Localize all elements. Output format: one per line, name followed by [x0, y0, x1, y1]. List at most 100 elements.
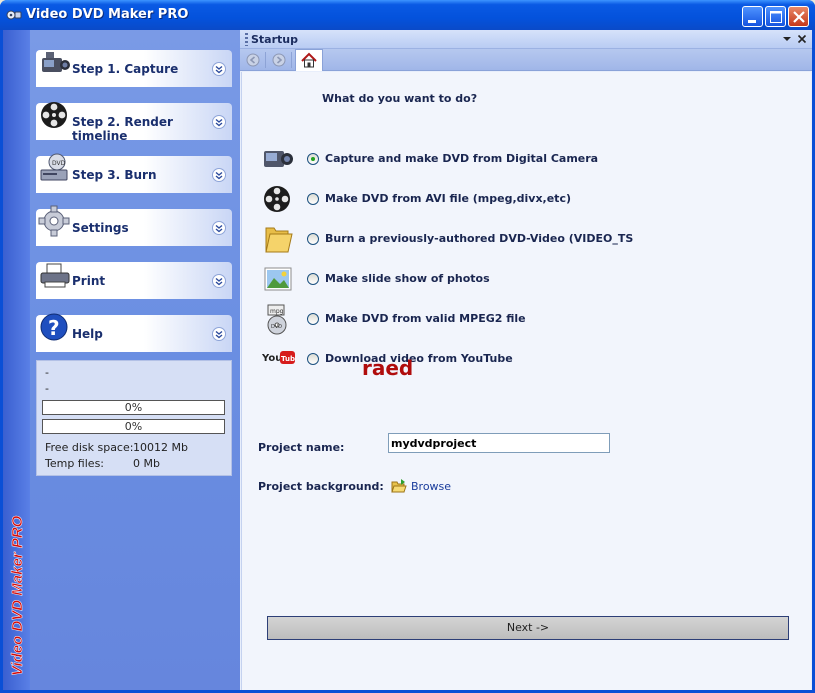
maximize-button[interactable] — [765, 6, 786, 27]
startup-panel: Startup What do you want to do? Capture … — [240, 30, 812, 690]
panel-dropdown-icon[interactable] — [780, 32, 794, 46]
svg-text:Tube: Tube — [281, 355, 296, 363]
option-label[interactable]: Make slide show of photos — [325, 272, 490, 285]
option-label[interactable]: Download video from YouTube — [325, 352, 513, 365]
option-avi-file[interactable]: Make DVD from AVI file (mpeg,divx,etc) — [262, 182, 802, 216]
sidebar-step-help[interactable]: ? Help — [36, 313, 232, 352]
sidebar-step-render[interactable]: Step 2. Render timeline — [36, 102, 232, 143]
photo-icon — [264, 267, 292, 291]
home-button[interactable] — [295, 49, 323, 71]
status-line-1: - — [45, 366, 49, 379]
radio-button[interactable] — [307, 353, 319, 365]
temp-files-value: 0 Mb — [133, 457, 160, 470]
svg-text:You: You — [262, 353, 282, 364]
option-label[interactable]: Burn a previously-authored DVD-Video (VI… — [325, 232, 633, 245]
svg-text:Video DVD Maker PRO: Video DVD Maker PRO — [9, 515, 26, 676]
radio-button[interactable] — [307, 273, 319, 285]
svg-text:?: ? — [48, 316, 60, 340]
close-icon — [793, 11, 805, 23]
browse-label[interactable]: Browse — [411, 480, 451, 493]
dvd-drive-icon: DVD — [40, 153, 68, 181]
toolbar-separator — [265, 52, 266, 68]
option-label[interactable]: Make DVD from valid MPEG2 file — [325, 312, 526, 325]
title-bar[interactable]: Video DVD Maker PRO — [0, 0, 815, 30]
svg-text:DVD: DVD — [52, 160, 66, 167]
project-name-input[interactable] — [388, 433, 610, 453]
minimize-button[interactable] — [742, 6, 763, 27]
option-label[interactable]: Make DVD from AVI file (mpeg,divx,etc) — [325, 192, 571, 205]
svg-text:mpg: mpg — [270, 308, 284, 315]
open-folder-icon — [391, 479, 407, 493]
chevron-down-icon[interactable] — [212, 327, 226, 341]
close-button[interactable] — [788, 6, 809, 27]
chevron-down-icon[interactable] — [212, 115, 226, 129]
option-slideshow[interactable]: Make slide show of photos — [262, 262, 802, 296]
option-label[interactable]: Capture and make DVD from Digital Camera — [325, 152, 598, 165]
sidebar-step-label: Step 3. Burn — [72, 168, 157, 182]
printer-icon — [40, 263, 70, 288]
minimize-icon — [748, 20, 756, 23]
sidebar: Step 1. Capture Step 2. Render timeline — [30, 30, 240, 690]
navigation-toolbar — [240, 49, 812, 71]
project-background-label: Project background: — [258, 480, 384, 493]
option-video-ts[interactable]: Burn a previously-authored DVD-Video (VI… — [262, 222, 802, 256]
maximize-icon — [770, 11, 782, 23]
forward-icon[interactable] — [270, 52, 288, 68]
option-capture-camera[interactable]: Capture and make DVD from Digital Camera — [262, 142, 802, 176]
panel-close-icon[interactable] — [795, 32, 809, 46]
sidebar-step-label: Step 2. Render timeline — [72, 115, 173, 143]
sidebar-step-settings[interactable]: Settings — [36, 205, 232, 246]
option-youtube[interactable]: You Tube Download video from YouTube — [262, 342, 802, 376]
progress-bar-2-label: 0% — [124, 420, 143, 433]
progress-bar-1: 0% — [42, 400, 225, 415]
watermark-text: raed — [362, 356, 414, 380]
sidebar-step-label: Step 1. Capture — [72, 62, 179, 76]
gear-icon — [38, 205, 70, 237]
sidebar-step-label: Help — [72, 327, 103, 341]
window-title: Video DVD Maker PRO — [26, 7, 189, 22]
grip-icon[interactable] — [245, 33, 248, 46]
youtube-icon: You Tube — [262, 351, 296, 364]
sidebar-step-label: Print — [72, 274, 106, 288]
sidebar-step-capture[interactable]: Step 1. Capture — [36, 50, 232, 87]
progress-bar-1-label: 0% — [124, 401, 143, 414]
status-line-2: - — [45, 382, 49, 395]
chevron-down-icon[interactable] — [212, 221, 226, 235]
progress-bar-2: 0% — [42, 419, 225, 434]
camcorder-icon — [264, 151, 293, 167]
back-icon[interactable] — [244, 52, 262, 68]
home-icon — [301, 52, 317, 68]
startup-content: What do you want to do? Capture and make… — [241, 72, 811, 690]
next-button[interactable]: Next -> — [267, 616, 789, 640]
temp-files-label: Temp files: — [45, 457, 105, 470]
app-window: Video DVD Maker PRO Video DVD Maker PRO — [0, 0, 815, 693]
free-disk-value: 10012 Mb — [133, 441, 188, 454]
chevron-down-icon[interactable] — [212, 62, 226, 76]
status-panel: - - 0% 0% Free disk space: 10012 Mb Temp… — [36, 360, 232, 476]
film-reel-icon — [41, 102, 67, 128]
window-body: Video DVD Maker PRO Step 1. Capture Step… — [3, 30, 812, 690]
folder-icon — [265, 227, 293, 253]
free-disk-label: Free disk space: — [45, 441, 134, 454]
help-icon: ? — [40, 313, 68, 341]
toolbar-separator — [291, 52, 292, 68]
project-name-label: Project name: — [258, 441, 345, 454]
panel-header: Startup — [240, 30, 812, 49]
chevron-down-icon[interactable] — [212, 274, 226, 288]
film-reel-icon — [264, 186, 290, 212]
panel-title: Startup — [251, 33, 298, 46]
option-mpeg2[interactable]: mpg DVD Make DVD from valid MPEG2 file — [262, 302, 802, 336]
radio-button[interactable] — [307, 233, 319, 245]
radio-button[interactable] — [307, 193, 319, 205]
sidebar-step-print[interactable]: Print — [36, 262, 232, 299]
mpeg-dvd-icon: mpg DVD — [267, 304, 287, 335]
chevron-down-icon[interactable] — [212, 168, 226, 182]
brand-vertical-text: Video DVD Maker PRO — [9, 515, 27, 676]
app-icon — [6, 10, 22, 20]
radio-button[interactable] — [307, 313, 319, 325]
brand-strip: Video DVD Maker PRO — [3, 30, 30, 690]
camcorder-icon — [42, 52, 70, 72]
sidebar-step-burn[interactable]: DVD Step 3. Burn — [36, 153, 232, 193]
svg-text:DVD: DVD — [271, 324, 282, 330]
radio-button[interactable] — [307, 153, 319, 165]
